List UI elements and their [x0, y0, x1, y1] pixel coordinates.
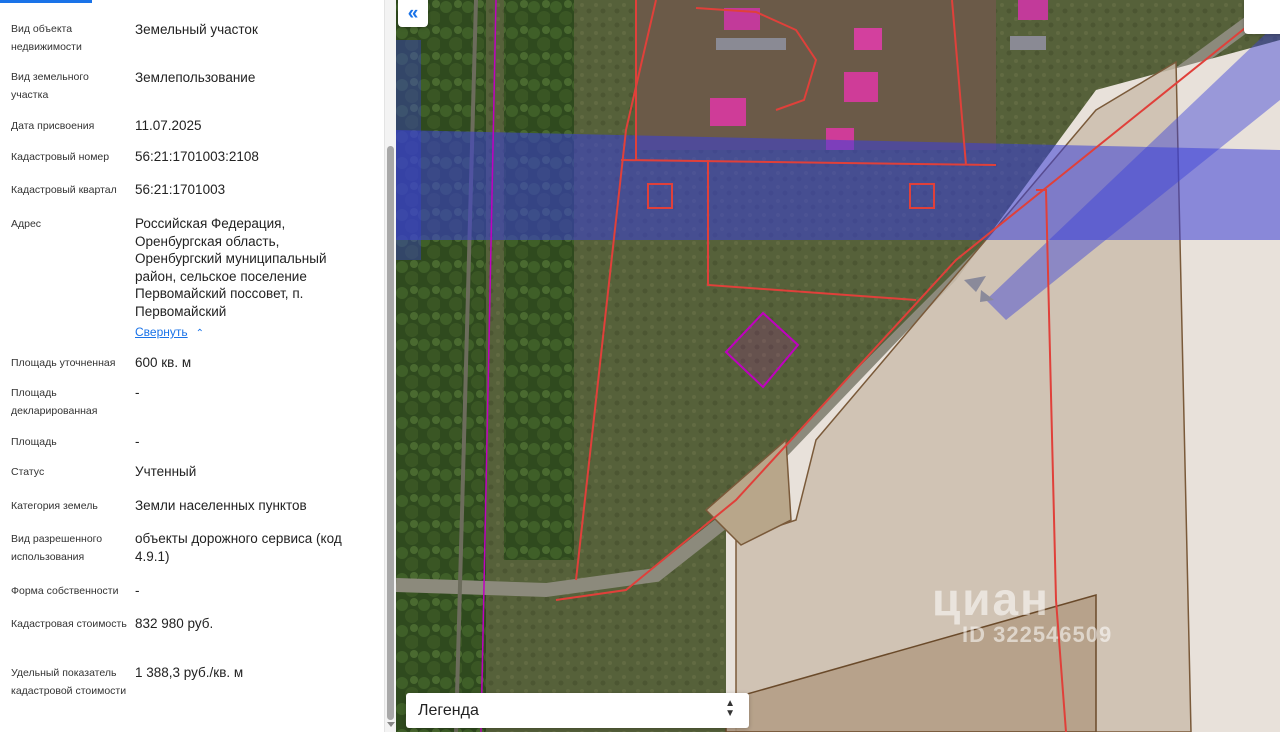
prop-value: -: [135, 583, 140, 598]
legend-dropdown[interactable]: Легенда ▲ ▼: [406, 693, 749, 728]
tree-belt-middle: [504, 0, 574, 560]
collapse-link-label: Свернуть: [135, 325, 188, 339]
prop-label: Площадь декларированная: [11, 387, 98, 417]
prop-label: Статус: [11, 466, 45, 478]
watermark-id: ID 322546509: [962, 622, 1113, 647]
prop-label: Адрес: [11, 218, 42, 230]
prop-value: 832 980 руб.: [135, 616, 214, 631]
watermark-logo: циан: [932, 573, 1050, 625]
prop-label: Кадастровый номер: [11, 151, 110, 163]
prop-label: Вид объекта недвижимости: [11, 23, 82, 53]
dropdown-arrows-icon: ▲ ▼: [725, 698, 735, 719]
prop-label: Площадь уточненная: [11, 357, 116, 369]
prop-label: Вид земельного участка: [11, 71, 89, 101]
prop-label: Кадастровый квартал: [11, 184, 117, 196]
chevron-up-icon: ⌃: [195, 328, 205, 339]
map-canvas[interactable]: [396, 0, 1280, 732]
prop-label: Вид разрешенного использования: [11, 533, 103, 563]
prop-value: 600 кв. м: [135, 355, 192, 370]
collapse-panel-button[interactable]: «: [398, 0, 428, 27]
cadastral-map[interactable]: « циан ID 322546509 Легенда ▲ ▼: [396, 0, 1280, 732]
prop-value[interactable]: 56:21:1701003: [135, 181, 345, 199]
prop-value: 1 388,3 руб./кв. м: [135, 665, 244, 680]
prop-value[interactable]: 56:21:1701003:2108: [135, 148, 345, 166]
prop-label: Форма собственности: [11, 585, 119, 597]
village-ground: [636, 0, 996, 150]
scroll-down-arrow-icon[interactable]: [387, 722, 395, 727]
prop-value: -: [135, 434, 140, 449]
prop-label: Удельный показатель кадастровой стоимост…: [11, 667, 127, 697]
prop-value: Земли населенных пунктов: [135, 498, 307, 513]
panel-scrollbar[interactable]: [384, 0, 396, 732]
watermark: циан ID 322546509: [932, 572, 1112, 648]
collapse-address-link[interactable]: Свернуть ⌃: [135, 325, 204, 339]
prop-value: Российская Федерация, Оренбургская облас…: [135, 216, 327, 319]
double-chevron-left-icon: «: [407, 2, 419, 24]
prop-value: объекты дорожного сервиса (код 4.9.1): [135, 531, 342, 564]
prop-label: Категория земель: [11, 500, 98, 512]
active-tab-indicator: [0, 0, 92, 3]
scrollbar-thumb[interactable]: [387, 146, 394, 720]
prop-label: Дата присвоения: [11, 120, 95, 132]
prop-label: Кадастровая стоимость: [11, 618, 127, 630]
prop-value: -: [135, 385, 140, 400]
prop-value: Земельный участок: [135, 22, 258, 37]
zone-blue-left: [396, 40, 421, 260]
map-control-button[interactable]: [1244, 0, 1280, 34]
prop-value: Учтенный: [135, 464, 197, 479]
prop-label: Площадь: [11, 436, 57, 448]
prop-value: 11.07.2025: [135, 118, 202, 133]
legend-label: Легенда: [418, 701, 479, 719]
prop-value: Землепользование: [135, 70, 256, 85]
property-panel: Вид объекта недвижимости Земельный участ…: [0, 0, 396, 732]
